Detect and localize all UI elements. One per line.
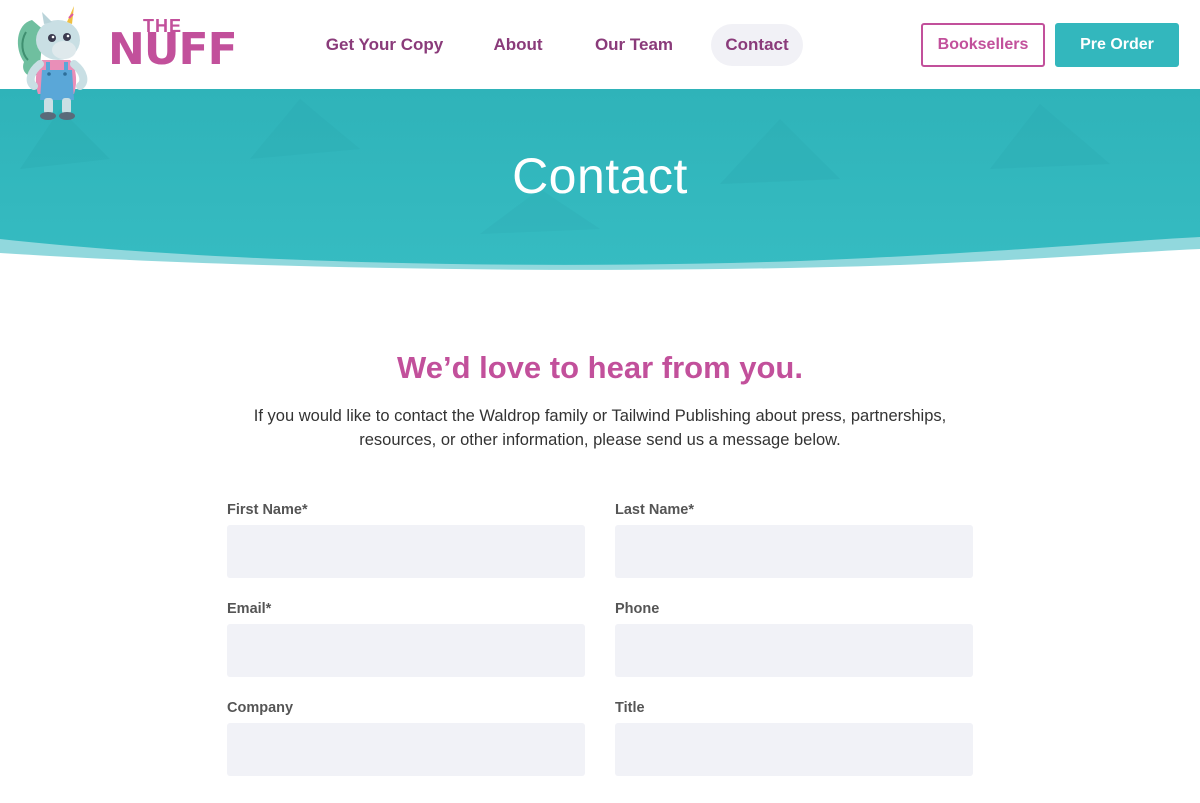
pre-order-button[interactable]: Pre Order (1055, 23, 1179, 67)
last-name-label: Last Name* (615, 502, 694, 518)
intro-text: If you would like to contact the Waldrop… (230, 404, 970, 452)
company-label: Company (227, 700, 294, 716)
nav-contact[interactable]: Contact (711, 24, 803, 66)
phone-field[interactable] (615, 624, 973, 677)
site-header: THE NUFF Get Your Copy About Our Team Co… (0, 0, 1200, 120)
intro-text-line-2: resources, or other information, please … (359, 431, 841, 449)
email-field[interactable] (227, 624, 585, 677)
first-name-label: First Name* (227, 502, 308, 518)
intro-text-line-1: If you would like to contact the Waldrop… (253, 407, 947, 425)
booksellers-button[interactable]: Booksellers (921, 23, 1045, 67)
phone-label: Phone (615, 601, 660, 617)
title-label: Title (615, 700, 645, 716)
nav-our-team[interactable]: Our Team (584, 24, 684, 66)
first-name-field[interactable] (227, 525, 585, 578)
nav-get-your-copy[interactable]: Get Your Copy (312, 24, 457, 66)
unicorn-mascot-icon (17, 6, 88, 120)
company-field[interactable] (227, 723, 585, 776)
last-name-field[interactable] (615, 525, 973, 578)
page-title: Contact (512, 148, 688, 204)
title-field[interactable] (615, 723, 973, 776)
nav-about[interactable]: About (480, 24, 556, 66)
logo-text-nuff: NUFF (108, 24, 238, 75)
logo-link[interactable]: THE NUFF (12, 2, 238, 124)
intro-heading: We’d love to hear from you. (397, 350, 803, 385)
email-label: Email* (227, 601, 272, 617)
